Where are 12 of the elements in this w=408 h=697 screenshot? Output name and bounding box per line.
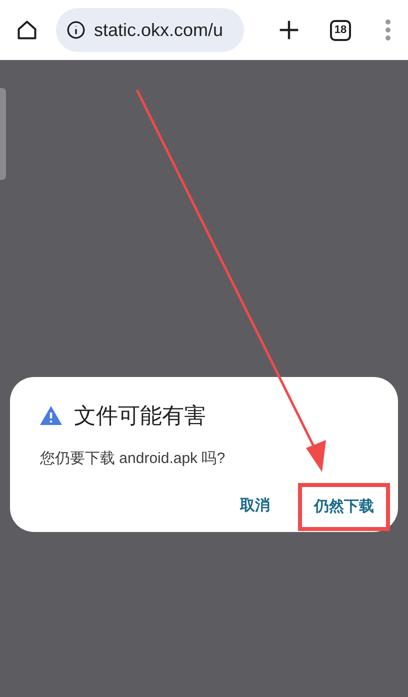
address-bar[interactable]: static.okx.com/u <box>56 8 244 52</box>
warning-icon <box>40 406 62 425</box>
dialog-button[interactable]: 仍然下载 <box>314 496 374 518</box>
more-icon[interactable] <box>385 19 391 41</box>
url-text: static.okx.com/u <box>94 18 224 42</box>
dialog-message: 您仍要下载 android.apk 吗? <box>40 449 226 469</box>
info-icon[interactable] <box>66 20 86 40</box>
dialog-title: 文件可能有害 <box>74 402 206 430</box>
dialog-button[interactable]: 取消 <box>236 495 274 518</box>
home-icon[interactable] <box>16 19 38 41</box>
tab-count[interactable]: 18 <box>330 20 351 40</box>
plus-icon[interactable] <box>278 19 300 41</box>
